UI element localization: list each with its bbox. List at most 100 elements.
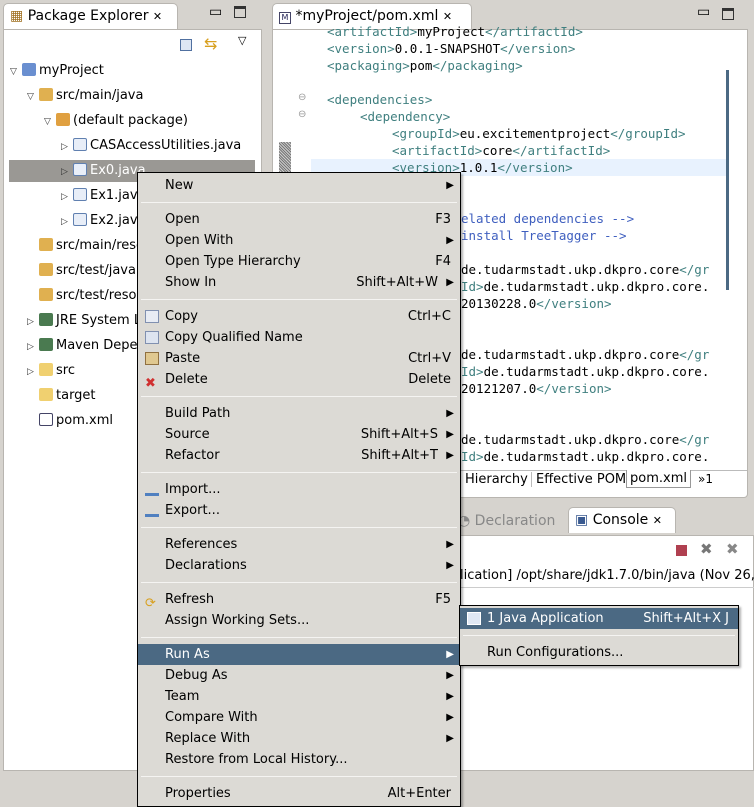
menu-item-open-with[interactable]: Open With ▶ (138, 230, 460, 251)
delete-icon: ✖ (145, 376, 156, 391)
menu-item-properties[interactable]: Properties Alt+Enter (138, 783, 460, 804)
code-line: Id>de.tudarmstadt.ukp.dkpro.core. (461, 279, 710, 294)
code-line: <artifactId>core</artifactId> (392, 143, 611, 158)
menu-item-source[interactable]: Source Shift+Alt+S ▶ (138, 424, 460, 445)
tab-effective-pom[interactable]: Effective POM (531, 472, 626, 487)
menu-item-team[interactable]: Team ▶ (138, 686, 460, 707)
submenu-arrow-icon: ▶ (446, 408, 454, 419)
tab-declaration[interactable]: ◔ Declaration (458, 513, 555, 529)
submenu-arrow-icon: ▶ (446, 560, 454, 571)
menu-item-new[interactable]: New ▶ (138, 175, 460, 196)
code-line: <artifactId>myProject</artifactId> (327, 24, 583, 39)
code-line: de.tudarmstadt.ukp.dkpro.core</gr (461, 347, 710, 362)
menu-item-label: Copy (165, 309, 198, 324)
menu-separator (141, 472, 457, 473)
shortcut: Delete (408, 372, 451, 387)
menu-item-label: Compare With (165, 710, 258, 725)
menu-item-compare-with[interactable]: Compare With ▶ (138, 707, 460, 728)
menu-item-open-type-hierarchy[interactable]: Open Type Hierarchy F4 (138, 251, 460, 272)
terminate-icon[interactable] (676, 545, 687, 556)
tab-label: Declaration (474, 513, 556, 529)
menu-item-copy-qualified-name[interactable]: Copy Qualified Name (138, 327, 460, 348)
remove-all-launches-icon[interactable]: ✖ (726, 540, 739, 558)
menu-item-build-path[interactable]: Build Path ▶ (138, 403, 460, 424)
code-line: <packaging>pom</packaging> (327, 58, 523, 73)
copy-qualified-icon (145, 331, 159, 344)
overview-ruler (726, 70, 729, 290)
close-icon[interactable]: ✕ (653, 514, 662, 527)
menu-item-debug-as[interactable]: Debug As ▶ (138, 665, 460, 686)
menu-item-open[interactable]: Open F3 (138, 209, 460, 230)
code-line: install TreeTagger --> (461, 228, 627, 243)
tab-label: Console (592, 512, 649, 528)
menu-item-restore-from-local-history[interactable]: Restore from Local History... (138, 749, 460, 770)
submenu-arrow-icon: ▶ (446, 712, 454, 723)
menu-item-label: Delete (165, 372, 208, 387)
menu-item-run-configurations[interactable]: Run Configurations... (460, 642, 738, 663)
menu-item-import[interactable]: Import... (138, 479, 460, 500)
submenu-arrow-icon: ▶ (446, 429, 454, 440)
menu-item-refresh[interactable]: ⟳ Refresh F5 (138, 589, 460, 611)
menu-item-label: Open With (165, 233, 234, 248)
menu-item-show-in[interactable]: Show In Shift+Alt+W ▶ (138, 272, 460, 293)
menu-item-references[interactable]: References ▶ (138, 534, 460, 555)
code-line: <dependencies> (327, 92, 433, 107)
menu-item-label: Restore from Local History... (165, 752, 348, 767)
menu-separator (141, 202, 457, 203)
paste-icon (145, 352, 159, 365)
menu-item-label: Run As (165, 647, 210, 662)
shortcut: Shift+Alt+X J (643, 611, 729, 626)
tab-console[interactable]: ▣ Console ✕ (568, 507, 676, 533)
submenu-arrow-icon: ▶ (446, 649, 454, 660)
menu-item-run-as[interactable]: Run As ▶ (138, 644, 460, 665)
shortcut: Shift+Alt+T (361, 448, 438, 463)
shortcut: Ctrl+C (407, 309, 451, 324)
run-as-submenu: 1 Java Application Shift+Alt+X J Run Confi… (459, 605, 739, 666)
remove-launch-icon[interactable]: ✖ (700, 540, 713, 558)
tab-pom-xml[interactable]: pom.xml (626, 470, 691, 488)
menu-item-export[interactable]: Export... (138, 500, 460, 521)
menu-item-label: Copy Qualified Name (165, 330, 303, 345)
tab-hierarchy[interactable]: Hierarchy (465, 472, 528, 487)
menu-item-label: Team (165, 689, 200, 704)
menu-item-label: Open (165, 212, 200, 227)
menu-item-paste[interactable]: Paste Ctrl+V (138, 348, 460, 369)
tab-overflow[interactable]: »1 (698, 472, 713, 486)
export-icon (145, 504, 159, 517)
shortcut: F3 (435, 212, 451, 227)
menu-item-label: Assign Working Sets... (165, 613, 310, 628)
shortcut: Shift+Alt+S (360, 427, 438, 442)
menu-item-label: Show In (165, 275, 217, 290)
menu-item-label: Refresh (165, 592, 215, 607)
console-icon: ▣ (575, 512, 589, 528)
menu-item-label: Replace With (165, 731, 251, 746)
context-menu: New ▶ Open F3 Open With ▶ Open Type Hierarchy F… (137, 172, 461, 807)
submenu-arrow-icon: ▶ (446, 733, 454, 744)
shortcut: Ctrl+V (408, 351, 451, 366)
menu-separator (141, 527, 457, 528)
code-line: Id>de.tudarmstadt.ukp.dkpro.core. (461, 364, 710, 379)
menu-separator (141, 582, 457, 583)
menu-separator (141, 299, 457, 300)
menu-item-label: 1 Java Application (487, 611, 604, 626)
menu-item-copy[interactable]: Copy Ctrl+C (138, 306, 460, 327)
menu-item-refactor[interactable]: Refactor Shift+Alt+T ▶ (138, 445, 460, 466)
shortcut: Alt+Enter (387, 786, 451, 801)
submenu-arrow-icon: ▶ (446, 450, 454, 461)
menu-item-label: Paste (165, 351, 201, 366)
menu-item-1-java-application[interactable]: 1 Java Application Shift+Alt+X J (460, 608, 738, 629)
menu-item-replace-with[interactable]: Replace With ▶ (138, 728, 460, 749)
menu-item-label: Open Type Hierarchy (165, 254, 301, 269)
menu-item-label: Export... (165, 503, 220, 518)
submenu-arrow-icon: ▶ (446, 277, 454, 288)
menu-item-delete[interactable]: ✖ Delete Delete (138, 369, 460, 391)
menu-item-declarations[interactable]: Declarations ▶ (138, 555, 460, 576)
code-line: de.tudarmstadt.ukp.dkpro.core</gr (461, 262, 710, 277)
code-line: <dependency> (360, 109, 451, 124)
menu-item-label: Build Path (165, 406, 231, 421)
code-line: Id>de.tudarmstadt.ukp.dkpro.core. (461, 449, 710, 464)
code-line: 20121207.0</version> (461, 381, 612, 396)
code-line: <groupId>eu.excitementproject</groupId> (392, 126, 686, 141)
menu-item-assign-working-sets[interactable]: Assign Working Sets... (138, 610, 460, 631)
menu-separator (141, 396, 457, 397)
